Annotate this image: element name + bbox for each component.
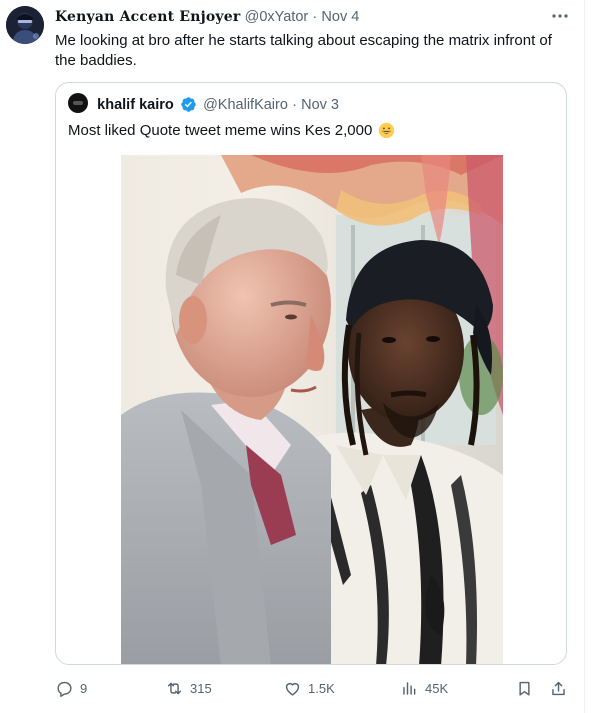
quoted-tweet-date: Nov 3 [301,97,339,113]
quoted-tweet-text: Most liked Quote tweet meme wins Kes 2,0… [68,122,373,139]
avatar-image [6,6,44,44]
author-avatar[interactable] [6,6,44,44]
reply-icon [57,681,72,697]
retweet-count: 315 [190,680,212,696]
author-handle[interactable]: @0xYator [245,9,309,25]
reply-count: 9 [80,680,88,696]
verified-badge-icon [181,96,196,112]
quoted-tweet-photo[interactable] [121,155,503,664]
quoted-author-display-name: khalif kairo [97,97,174,113]
quoted-tweet[interactable]: khalif kairo @KhalifKairo · Nov 3 Most l… [55,82,567,665]
share-icon [552,681,565,695]
like-count: 1.5K [308,680,335,696]
grinning-face-emoji-icon [379,122,395,138]
tweet[interactable]: Kenyan Accent Enjoyer @0xYator · Nov 4 M… [0,0,585,713]
header-separator: · [312,9,318,25]
retweet-icon [167,682,182,694]
tweet-header: Kenyan Accent Enjoyer @0xYator · Nov 4 [55,8,564,28]
tweet-date[interactable]: Nov 4 [321,9,359,25]
tweet-action-bar: 9 315 1.5K 45K [55,676,575,700]
author-display-name[interactable]: Kenyan Accent Enjoyer [55,9,240,25]
quoted-header-separator: · [292,97,297,113]
heart-icon [285,682,300,696]
views-chart-icon [403,681,416,695]
quoted-author-avatar [68,93,88,113]
quoted-tweet-header: khalif kairo @KhalifKairo · Nov 3 [68,93,554,115]
quoted-tweet-text-block: Most liked Quote tweet meme wins Kes 2,0… [68,121,554,141]
share-button[interactable] [549,676,568,700]
quoted-author-handle: @KhalifKairo [203,97,288,113]
retweet-button[interactable]: 315 [165,676,212,700]
photo-image [121,155,503,664]
views-count: 45K [425,680,449,696]
bookmark-button[interactable] [515,676,534,700]
reply-button[interactable]: 9 [55,676,87,700]
views-button[interactable]: 45K [400,676,448,700]
like-button[interactable]: 1.5K [283,676,335,700]
more-horizontal-icon[interactable] [550,8,570,24]
bookmark-icon [519,681,530,696]
tweet-text: Me looking at bro after he starts talkin… [55,32,552,69]
